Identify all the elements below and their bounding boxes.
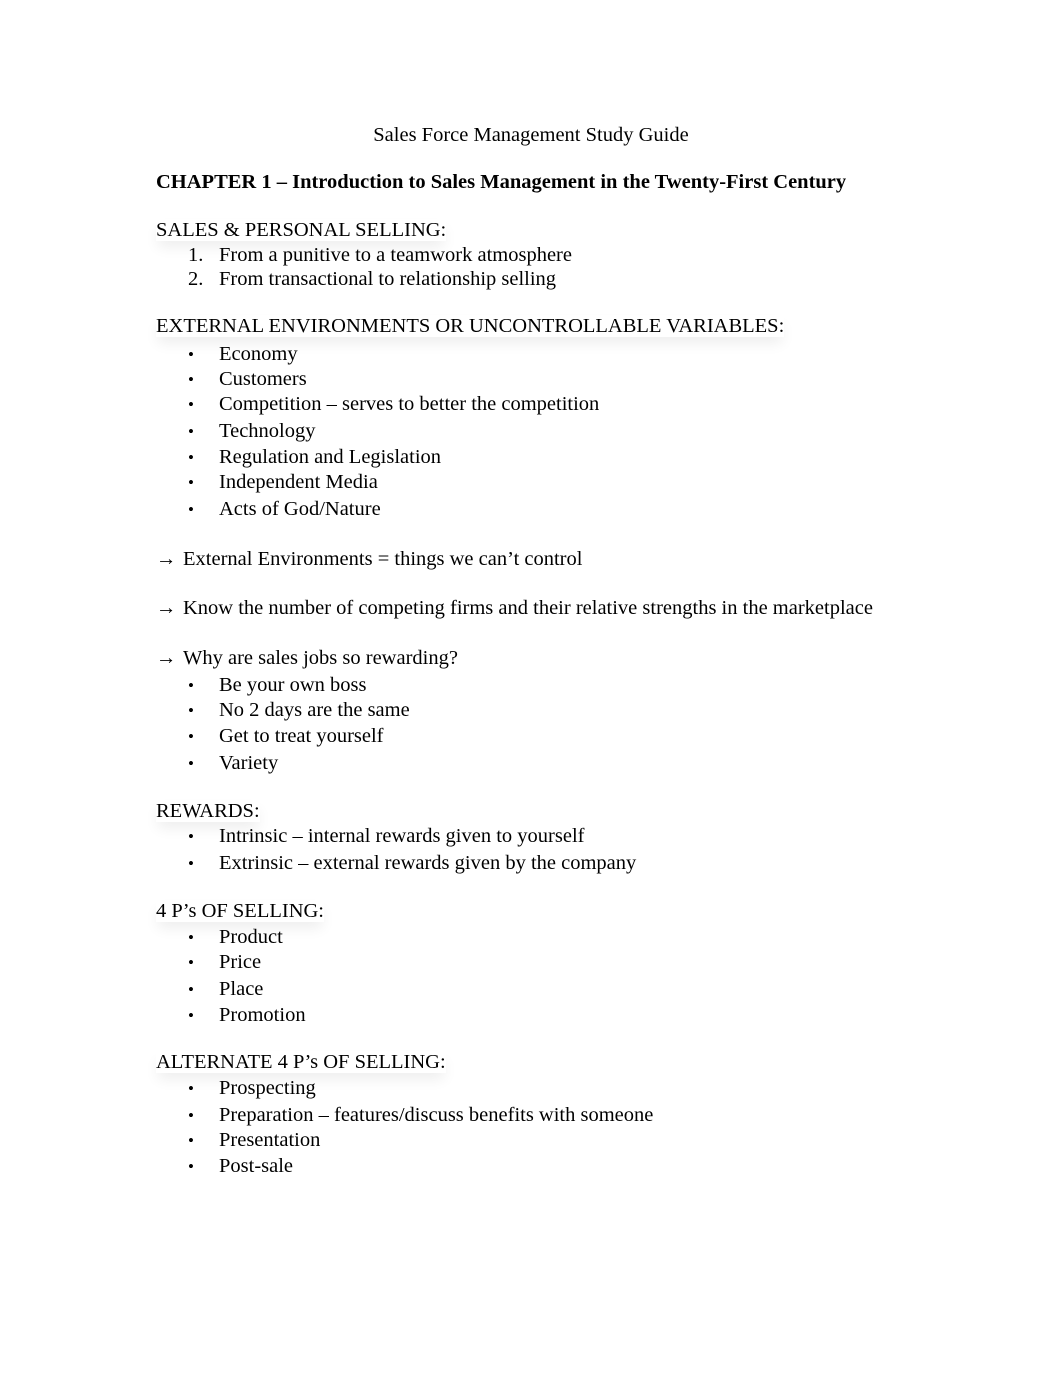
list-item-text: Intrinsic – internal rewards given to yo… xyxy=(219,825,585,847)
section-heading-four-ps: 4 P’s OF SELLING: xyxy=(156,901,324,922)
list-item-text: Technology xyxy=(219,420,316,442)
bullet-icon: • xyxy=(188,422,194,441)
section-heading-sales-personal: SALES & PERSONAL SELLING: xyxy=(156,220,446,241)
list-number: 2. xyxy=(188,268,204,290)
list-item-text: Price xyxy=(219,951,262,973)
bullet-icon: • xyxy=(188,395,194,414)
arrow-note: → Know the number of competing firms and … xyxy=(156,598,873,619)
bullet-icon: • xyxy=(188,345,194,364)
list-item-text: From a punitive to a teamwork atmosphere xyxy=(219,244,572,266)
list-item-text: Presentation xyxy=(219,1129,321,1151)
heading-text: EXTERNAL ENVIRONMENTS OR UNCONTROLLABLE … xyxy=(156,315,785,337)
bullet-icon: • xyxy=(188,500,194,519)
bullet-icon: • xyxy=(188,370,194,389)
list-item-text: Place xyxy=(219,978,264,1000)
list-item-text: Promotion xyxy=(219,1004,306,1026)
arrow-note-text: External Environments = things we can’t … xyxy=(183,548,583,570)
heading-text: 4 P’s OF SELLING: xyxy=(156,900,325,922)
heading-text: REWARDS: xyxy=(156,800,260,822)
arrow-note: → Why are sales jobs so rewarding? xyxy=(156,648,458,669)
heading-text: SALES & PERSONAL SELLING: xyxy=(156,219,447,241)
arrow-icon: → xyxy=(156,548,177,570)
list-item-text: Customers xyxy=(219,368,307,390)
list-item-text: Post-sale xyxy=(219,1155,294,1177)
list-item-text: Extrinsic – external rewards given by th… xyxy=(219,852,637,874)
heading-text: ALTERNATE 4 P’s OF SELLING: xyxy=(156,1051,446,1073)
list-item-text: Be your own boss xyxy=(219,674,367,696)
list-item-text: Variety xyxy=(219,752,279,774)
bullet-icon: • xyxy=(188,473,194,492)
bullet-icon: • xyxy=(188,448,194,467)
bullet-icon: • xyxy=(188,676,194,695)
bullet-icon: • xyxy=(188,953,194,972)
list-item-text: Get to treat yourself xyxy=(219,725,384,747)
list-item-text: Product xyxy=(219,926,283,948)
arrow-note-text: Know the number of competing firms and t… xyxy=(183,597,873,619)
list-item-text: Acts of God/Nature xyxy=(219,498,381,520)
arrow-note: → External Environments = things we can’t… xyxy=(156,549,582,570)
section-heading-alt-four-ps: ALTERNATE 4 P’s OF SELLING: xyxy=(156,1052,446,1073)
bullet-icon: • xyxy=(188,1079,194,1098)
list-number: 1. xyxy=(188,244,204,266)
list-item-text: Competition – serves to better the compe… xyxy=(219,393,600,415)
arrow-note-text: Why are sales jobs so rewarding? xyxy=(183,647,458,669)
bullet-icon: • xyxy=(188,1106,194,1125)
list-item-text: Economy xyxy=(219,343,298,365)
bullet-icon: • xyxy=(188,854,194,873)
list-item-text: Independent Media xyxy=(219,471,378,493)
section-heading-rewards: REWARDS: xyxy=(156,801,260,822)
section-heading-external: EXTERNAL ENVIRONMENTS OR UNCONTROLLABLE … xyxy=(156,316,784,337)
bullet-icon: • xyxy=(188,727,194,746)
arrow-icon: → xyxy=(156,647,177,669)
arrow-icon: → xyxy=(156,597,177,619)
list-item-text: Preparation – features/discuss benefits … xyxy=(219,1104,654,1126)
bullet-icon: • xyxy=(188,754,194,773)
list-item-text: Prospecting xyxy=(219,1077,316,1099)
list-item-text: No 2 days are the same xyxy=(219,699,410,721)
chapter-heading: CHAPTER 1 – Introduction to Sales Manage… xyxy=(156,171,847,193)
bullet-icon: • xyxy=(188,980,194,999)
bullet-icon: • xyxy=(188,1157,194,1176)
bullet-icon: • xyxy=(188,827,194,846)
document-title: Sales Force Management Study Guide xyxy=(373,124,689,146)
list-item-text: Regulation and Legislation xyxy=(219,446,442,468)
bullet-icon: • xyxy=(188,701,194,720)
bullet-icon: • xyxy=(188,1131,194,1150)
list-item-text: From transactional to relationship selli… xyxy=(219,268,557,290)
bullet-icon: • xyxy=(188,928,194,947)
bullet-icon: • xyxy=(188,1006,194,1025)
